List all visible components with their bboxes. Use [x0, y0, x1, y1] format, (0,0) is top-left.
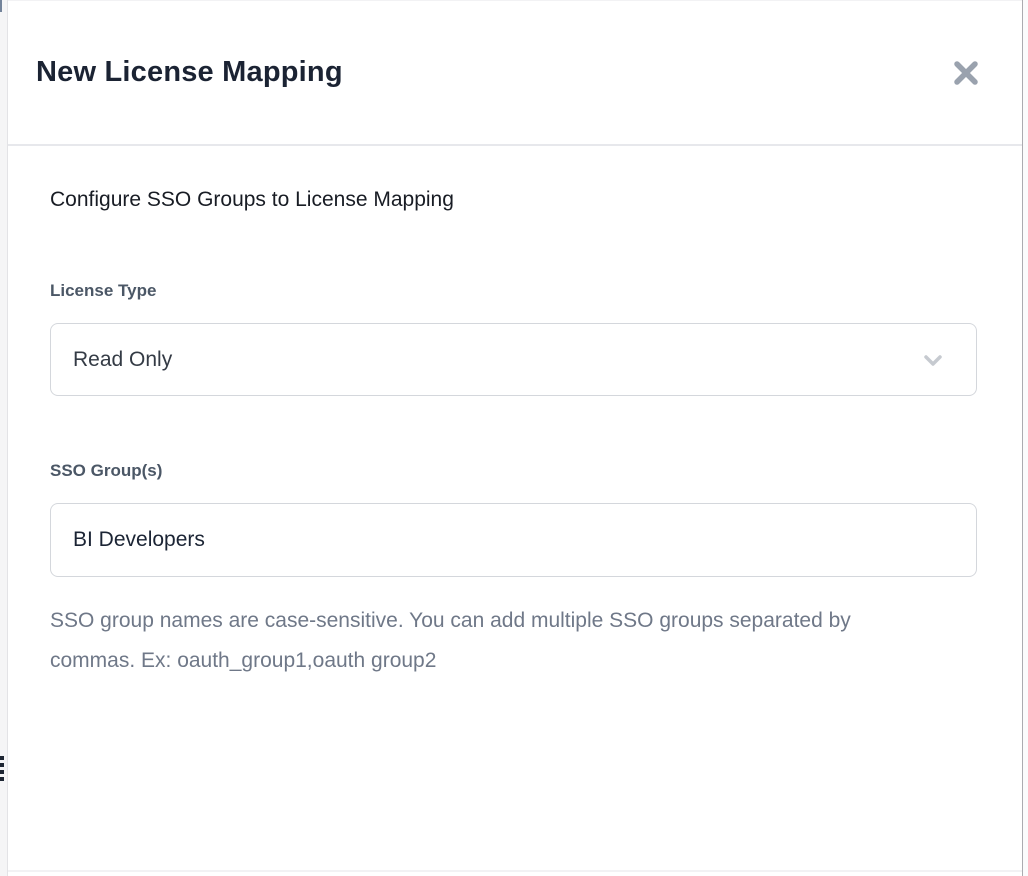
underlying-page-left-edge — [0, 0, 8, 876]
list-icon — [0, 756, 4, 784]
underlying-page-right-edge — [1022, 0, 1028, 876]
license-type-field: License Type Read Only — [50, 280, 977, 396]
close-icon — [952, 59, 980, 87]
sso-groups-input[interactable] — [50, 503, 977, 577]
modal-header: New License Mapping — [8, 1, 1022, 146]
modal-body: Configure SSO Groups to License Mapping … — [8, 146, 1022, 681]
sso-groups-help-text: SSO group names are case-sensitive. You … — [50, 601, 910, 681]
section-heading: Configure SSO Groups to License Mapping — [50, 186, 977, 214]
close-button[interactable] — [948, 55, 984, 91]
sso-groups-field: SSO Group(s) SSO group names are case-se… — [50, 460, 977, 681]
modal-title: New License Mapping — [36, 56, 343, 89]
license-type-label: License Type — [50, 280, 977, 302]
sso-groups-label: SSO Group(s) — [50, 460, 977, 482]
modal-bottom-divider — [8, 870, 1022, 872]
left-edge-mark — [0, 0, 2, 12]
license-type-select[interactable]: Read Only — [50, 323, 977, 396]
page-background: New License Mapping Configure SSO Groups… — [0, 0, 1028, 876]
license-type-value: Read Only — [73, 348, 172, 372]
chevron-down-icon — [918, 345, 948, 375]
license-mapping-modal: New License Mapping Configure SSO Groups… — [8, 0, 1022, 876]
